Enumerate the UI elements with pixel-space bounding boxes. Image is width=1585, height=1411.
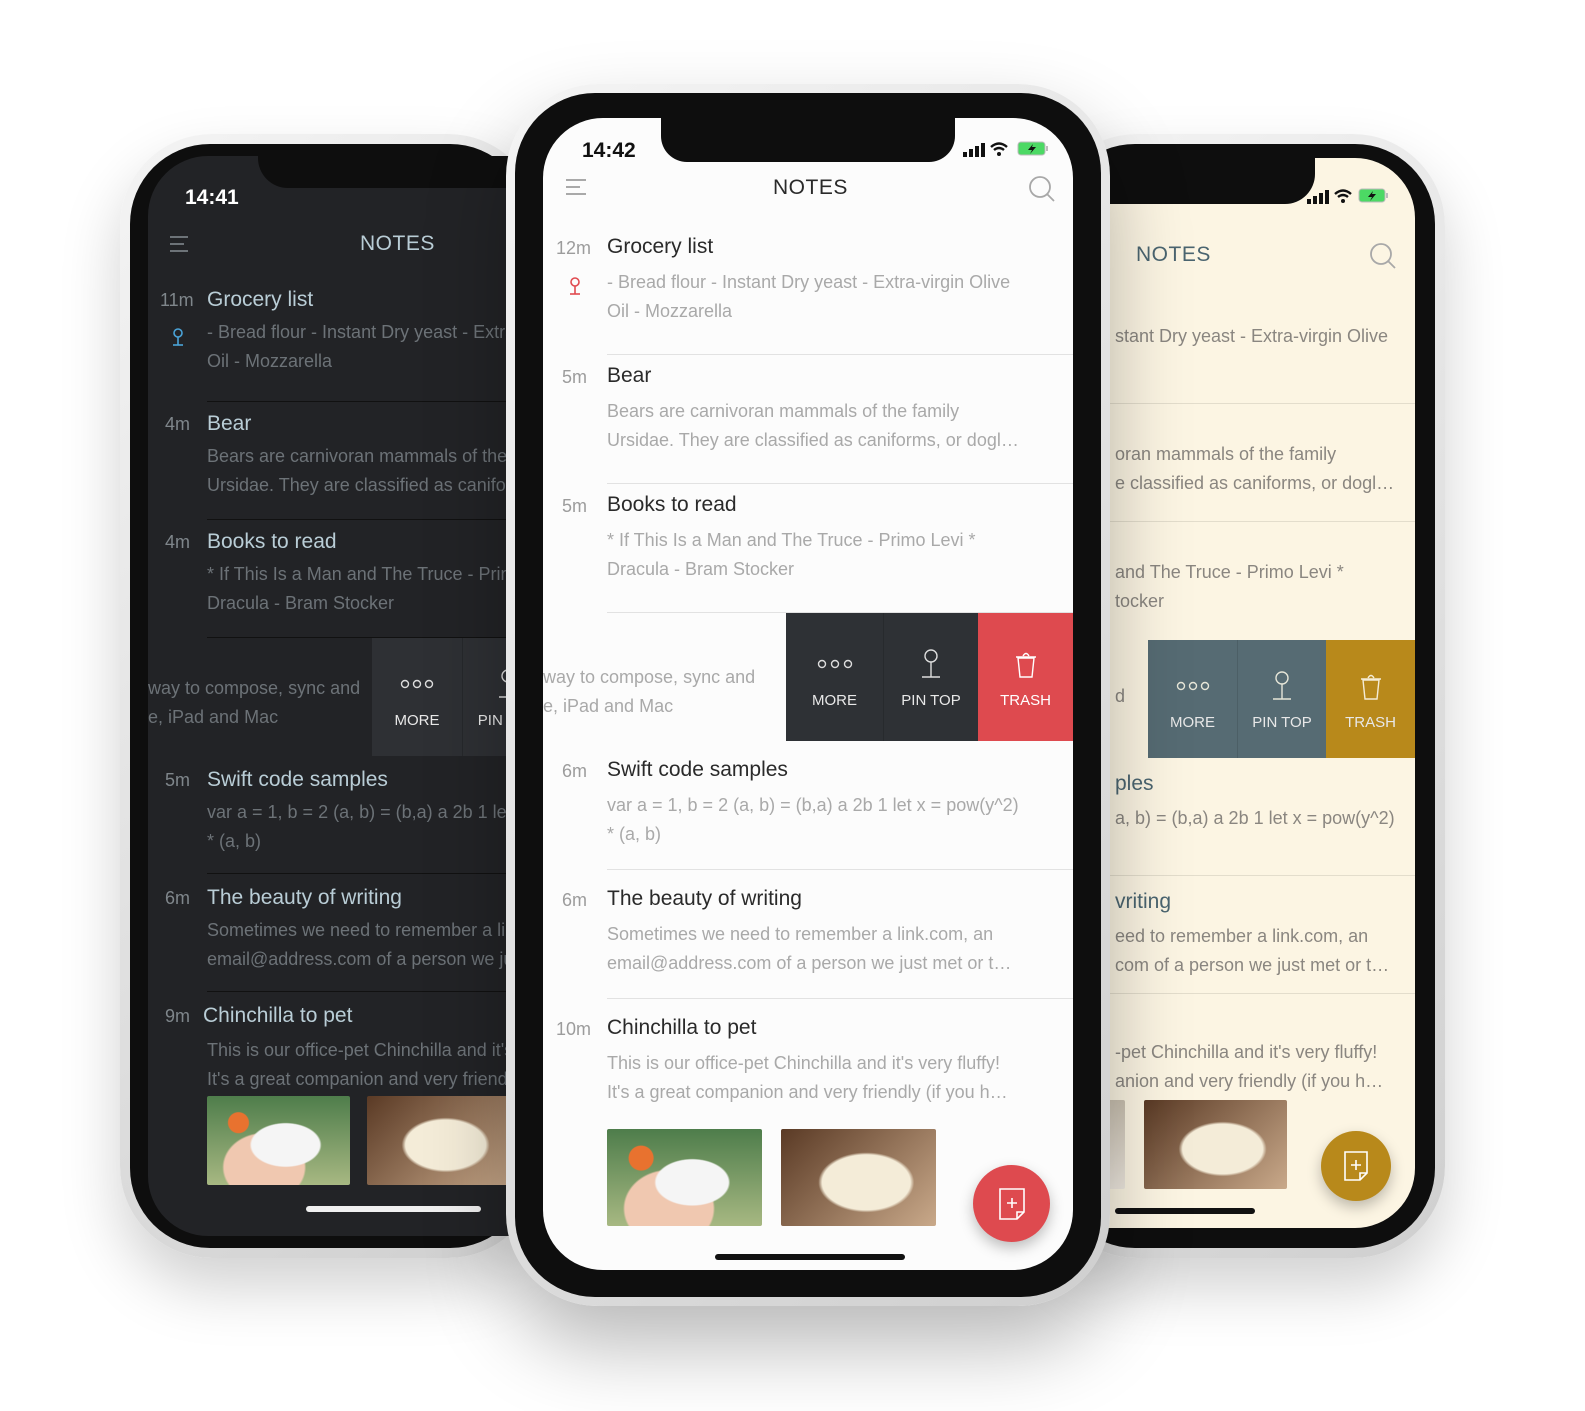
home-indicator (715, 1254, 905, 1260)
signal-icon (1307, 190, 1329, 204)
chinchilla-sleeping-image[interactable] (1144, 1100, 1287, 1189)
new-note-button[interactable] (973, 1165, 1050, 1242)
more-button[interactable]: MORE (1148, 640, 1237, 758)
wifi-icon (990, 142, 1008, 156)
menu-icon[interactable] (170, 236, 192, 252)
list-item[interactable]: 6m Swift code samples var a = 1, b = 2 (… (543, 741, 1073, 870)
page-title: NOTES (1136, 243, 1211, 266)
new-note-icon (1344, 1151, 1368, 1181)
pin-icon (570, 277, 580, 295)
search-icon[interactable] (1369, 242, 1397, 270)
trash-button[interactable]: TRASH (978, 613, 1073, 741)
screen-light: 14:42 NOTES 12m Grocery list - Bread flo… (543, 118, 1073, 1270)
signal-icon (963, 143, 985, 157)
list-item[interactable]: 6m The beauty of writing Sometimes we ne… (543, 870, 1073, 999)
search-icon[interactable] (1028, 175, 1056, 203)
more-icon (400, 666, 434, 702)
phone-dark: 14:41 NOTES 11m Grocery list - Bread flo… (120, 134, 648, 1258)
more-icon (817, 646, 853, 682)
trash-icon (1360, 668, 1382, 704)
pin-icon (173, 328, 183, 346)
more-icon (1176, 668, 1210, 704)
list-item[interactable]: 5m Books to read * If This Is a Man and … (543, 484, 1073, 613)
page-title: NOTES (360, 232, 435, 255)
pin-top-button[interactable]: PIN TOP (883, 613, 978, 741)
menu-icon[interactable] (566, 179, 588, 195)
list-item[interactable]: 12m Grocery list - Bread flour - Instant… (543, 226, 1073, 355)
chinchilla-in-hand-image[interactable] (607, 1129, 762, 1226)
status-time: 14:42 (582, 139, 636, 162)
page-title: NOTES (773, 176, 848, 199)
status-time: 14:41 (185, 186, 239, 209)
battery-icon (1017, 141, 1048, 156)
wifi-icon (1334, 189, 1352, 203)
home-indicator (306, 1206, 481, 1212)
chinchilla-sleeping-image[interactable] (781, 1129, 936, 1226)
battery-icon (1358, 188, 1388, 203)
home-indicator (1115, 1208, 1255, 1214)
pin-top-button[interactable]: PIN TOP (1237, 640, 1326, 758)
new-note-button[interactable] (1321, 1131, 1391, 1201)
chinchilla-sleeping-image[interactable] (367, 1096, 510, 1185)
new-note-icon (998, 1187, 1025, 1220)
more-button[interactable]: MORE (786, 613, 883, 741)
chinchilla-in-hand-image[interactable] (207, 1096, 350, 1185)
list-item-swiped[interactable]: way to compose, sync and e, iPad and Mac … (543, 613, 1073, 741)
pin-icon (1271, 668, 1293, 704)
more-button[interactable]: MORE (372, 638, 462, 756)
pin-icon (920, 646, 942, 682)
phone-light: 14:42 NOTES 12m Grocery list - Bread flo… (506, 84, 1110, 1306)
trash-button[interactable]: TRASH (1326, 640, 1415, 758)
trash-icon (1015, 646, 1037, 682)
list-item[interactable]: 5m Bear Bears are carnivoran mammals of … (543, 355, 1073, 484)
